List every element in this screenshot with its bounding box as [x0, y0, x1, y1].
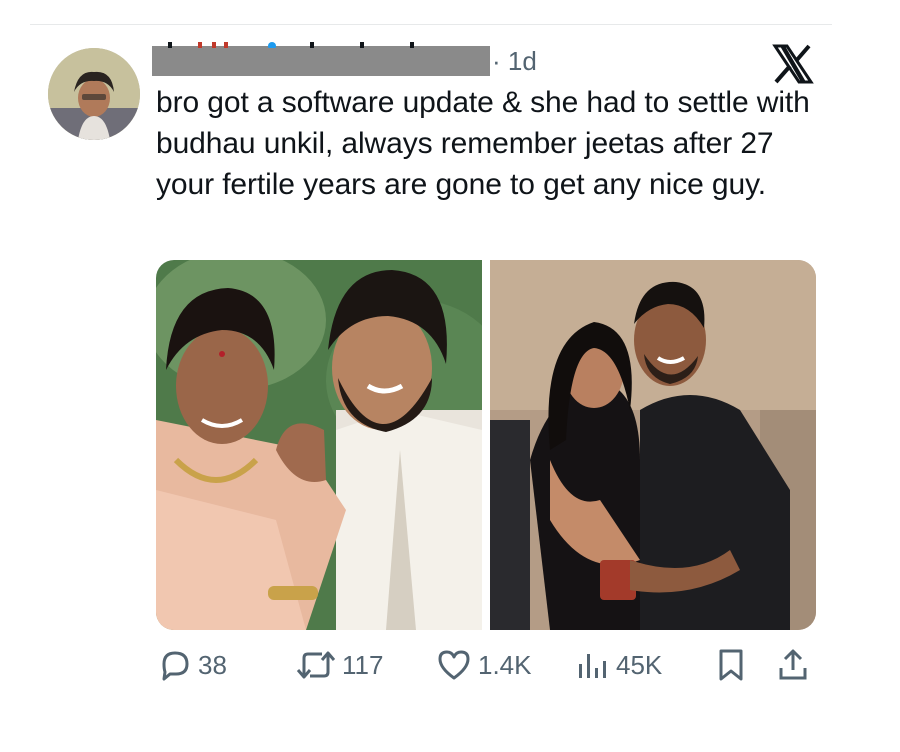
redaction-remnants — [168, 42, 414, 48]
reply-button[interactable]: 38 — [158, 645, 227, 685]
photo-couple-2[interactable] — [490, 260, 816, 630]
tweet-actions: 38 117 1.4K 45K — [0, 645, 900, 685]
x-logo-icon — [772, 44, 814, 84]
top-divider — [30, 24, 832, 25]
repost-count: 117 — [342, 649, 384, 680]
tweet-timestamp[interactable]: · 1d — [492, 44, 537, 78]
repost-button[interactable]: 117 — [296, 645, 383, 685]
tweet-media[interactable] — [156, 260, 816, 630]
views-count: 45K — [616, 649, 663, 680]
photo-couple-1[interactable] — [156, 260, 506, 630]
avatar[interactable] — [48, 48, 140, 140]
repost-icon — [296, 651, 336, 679]
reply-count: 38 — [198, 649, 227, 680]
bookmark-icon — [719, 649, 743, 681]
avatar-image — [48, 48, 140, 140]
share-button[interactable] — [776, 645, 810, 685]
tweet-text: bro got a software update & she had to s… — [156, 86, 810, 201]
reply-icon — [162, 651, 189, 681]
like-button[interactable]: 1.4K — [436, 645, 532, 685]
redacted-username — [152, 46, 490, 76]
share-icon — [779, 649, 807, 680]
views-chart-icon — [579, 654, 606, 678]
bookmark-button[interactable] — [716, 645, 746, 685]
views-button[interactable]: 45K — [576, 645, 662, 685]
heart-icon — [438, 650, 470, 680]
like-count: 1.4K — [478, 649, 532, 680]
